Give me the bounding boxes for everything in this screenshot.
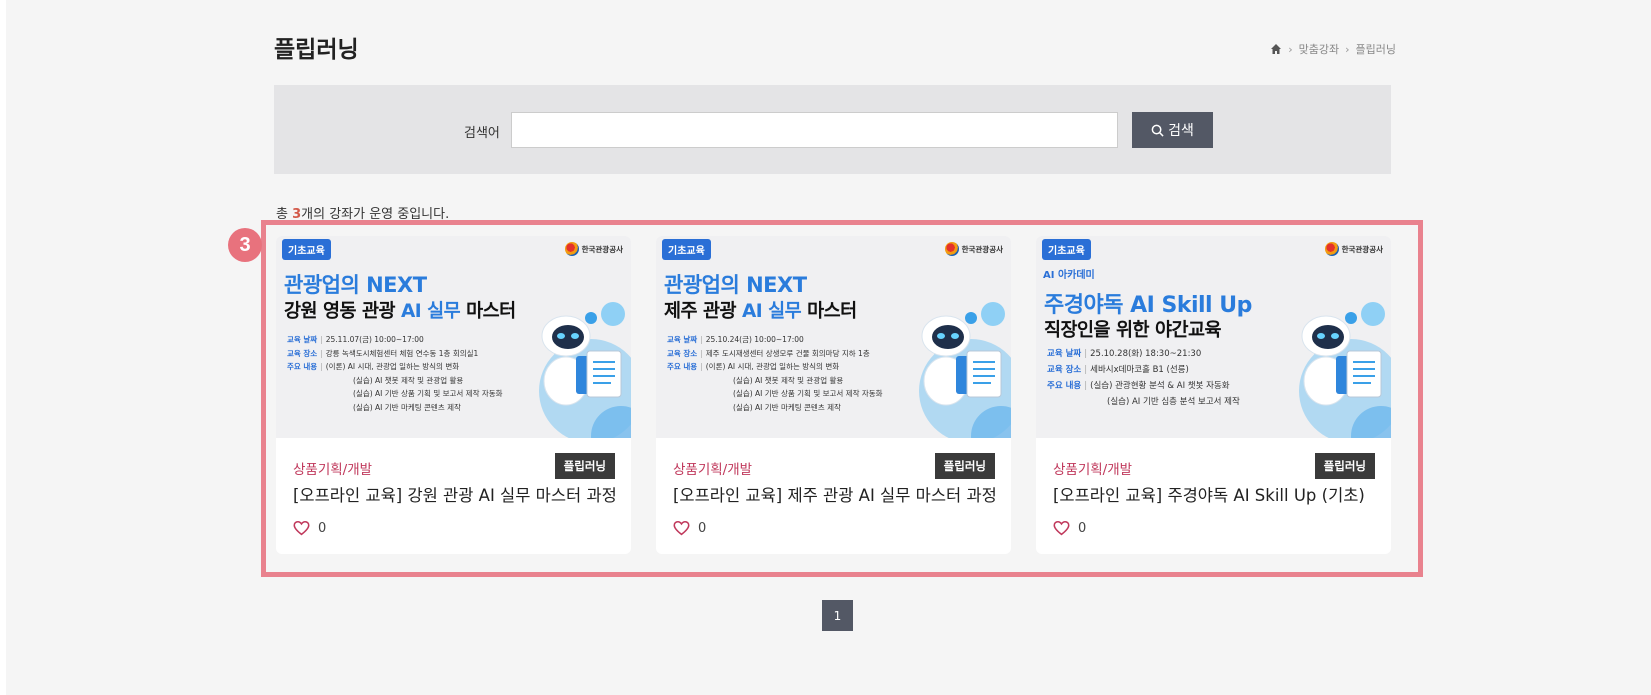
level-badge: 기초교육	[1042, 239, 1091, 260]
info-value: 25.10.28(화) 18:30~21:30	[1090, 349, 1202, 359]
banner-subtitle-post: 마스터	[460, 301, 516, 322]
like-count: 0	[318, 520, 327, 536]
page-container: 플립러닝 › 맞춤강좌 › 플립러닝 검색어 검색 총 3개의 강좌가 운영 중…	[6, 0, 1651, 695]
banner-title: 주경야독 AI Skill Up	[1044, 293, 1252, 318]
info-value: 제주 도시재생센터 상생모루 건물 회의마당 지하 1층	[705, 348, 870, 358]
like-row: 0	[293, 520, 326, 536]
info-key: 교육 장소	[667, 348, 698, 358]
org-logo-icon	[564, 242, 579, 256]
breadcrumb-separator: ›	[1288, 42, 1293, 56]
banner-subtitle-pre: 제주 관광	[664, 301, 742, 322]
banner-subtitle-highlight: AI 실무	[741, 301, 802, 322]
robot-illustration-icon	[919, 302, 1011, 438]
info-extra: (실습) AI 기반 심층 분석 보고서 제작	[1107, 397, 1240, 407]
info-value: (실습) 관광현황 분석 & AI 챗봇 자동화	[1090, 381, 1230, 391]
info-extra: (실습) AI 기반 상품 기획 및 보고서 제작 자동화	[733, 389, 883, 398]
info-extra: (실습) AI 챗봇 제작 및 관광업 활용	[353, 375, 464, 385]
info-key: 주요 내용	[667, 362, 698, 371]
banner-info: 교육 날짜 | 25.11.07(금) 10:00~17:00 교육 장소 | 강릉 녹…	[287, 333, 503, 414]
info-key: 교육 장소	[1047, 365, 1082, 375]
banner-subtitle-highlight: AI 실무	[400, 301, 461, 322]
banner-subtitle-post: 마스터	[801, 301, 857, 322]
like-row: 0	[1053, 520, 1086, 536]
banner-title: 관광업의 NEXT	[664, 273, 807, 297]
search-button[interactable]: 검색	[1132, 112, 1213, 148]
org-name: 한국관광공사	[961, 244, 1003, 254]
info-key: 교육 장소	[287, 348, 318, 358]
card-body: 상품기획/개발 플립러닝 [오프라인 교육] 강원 관광 AI 실무 마스터 과…	[276, 438, 631, 554]
breadcrumb-separator: ›	[1345, 42, 1350, 56]
heart-icon[interactable]	[673, 520, 690, 536]
course-banner-image[interactable]: 기초교육 한국관광공사 관광업의 NEXT 제주 관광 AI 실무 마스터 교육…	[656, 236, 1011, 438]
banner-subtitle: 제주 관광 AI 실무 마스터	[664, 297, 857, 323]
course-type-tag: 플립러닝	[934, 453, 995, 479]
info-value: (이론) AI 시대, 관광업 일하는 방식의 변화	[705, 362, 840, 371]
info-value: 25.10.24(금) 10:00~17:00	[705, 335, 804, 344]
info-value: 강릉 녹색도시체험센터 체험 연수동 1층 회의실1	[325, 348, 479, 358]
like-count: 0	[1078, 520, 1087, 536]
banner-info: 교육 날짜 | 25.10.28(화) 18:30~21:30 교육 장소 | 세바시x…	[1047, 346, 1240, 410]
home-icon[interactable]	[1270, 43, 1282, 55]
search-icon	[1151, 124, 1164, 137]
info-key: 교육 날짜	[287, 335, 318, 344]
info-extra: (실습) AI 챗봇 제작 및 관광업 활용	[733, 375, 844, 385]
course-card[interactable]: 기초교육 한국관광공사 관광업의 NEXT 강원 영동 관광 AI 실무 마스터…	[276, 236, 631, 554]
search-input[interactable]	[511, 112, 1118, 148]
info-value: (이론) AI 시대, 관광업 일하는 방식의 변화	[325, 362, 460, 371]
course-type-tag: 플립러닝	[554, 453, 615, 479]
banner-subtitle-pre: 강원 영동 관광	[284, 301, 401, 322]
page-title: 플립러닝	[274, 37, 359, 63]
banner-subtitle: 직장인을 위한 야간교육	[1044, 316, 1222, 342]
course-category: 상품기획/개발	[1053, 462, 1133, 478]
course-card[interactable]: 기초교육 한국관광공사 관광업의 NEXT 제주 관광 AI 실무 마스터 교육…	[656, 236, 1011, 554]
info-key: 교육 날짜	[1047, 349, 1082, 359]
info-value: 25.11.07(금) 10:00~17:00	[325, 335, 424, 344]
breadcrumb-item-custom-course[interactable]: 맞춤강좌	[1299, 41, 1339, 57]
course-card[interactable]: 기초교육 한국관광공사 AI 아카데미 주경야독 AI Skill Up 직장인…	[1036, 236, 1391, 554]
banner-subtitle: 강원 영동 관광 AI 실무 마스터	[284, 297, 516, 323]
info-key: 주요 내용	[287, 362, 318, 371]
like-row: 0	[673, 520, 706, 536]
breadcrumb: › 맞춤강좌 › 플립러닝	[1246, 41, 1396, 57]
info-extra: (실습) AI 기반 상품 기획 및 보고서 제작 자동화	[353, 389, 503, 398]
org-name: 한국관광공사	[581, 244, 623, 254]
org-logo-icon	[944, 242, 959, 256]
academy-label: AI 아카데미	[1043, 270, 1095, 281]
step-marker: 3	[228, 228, 262, 262]
course-banner-image[interactable]: 기초교육 한국관광공사 관광업의 NEXT 강원 영동 관광 AI 실무 마스터…	[276, 236, 631, 438]
pagination-page-1[interactable]: 1	[822, 600, 853, 631]
org-name: 한국관광공사	[1341, 244, 1383, 254]
robot-illustration-icon	[539, 302, 631, 438]
course-title-link[interactable]: [오프라인 교육] 주경야독 AI Skill Up (기초)	[1053, 482, 1378, 506]
course-title-link[interactable]: [오프라인 교육] 제주 관광 AI 실무 마스터 과정	[673, 482, 998, 506]
banner-subtitle-pre: 직장인을 위한 야간교육	[1044, 320, 1222, 341]
heart-icon[interactable]	[1053, 520, 1070, 536]
info-value: 세바시x데마코홀 B1 (선릉)	[1090, 365, 1189, 375]
info-extra: (실습) AI 기반 마케팅 콘텐츠 제작	[353, 402, 461, 412]
heart-icon[interactable]	[293, 520, 310, 536]
banner-title: 관광업의 NEXT	[284, 273, 427, 297]
course-category: 상품기획/개발	[673, 462, 753, 478]
course-banner-image[interactable]: 기초교육 한국관광공사 AI 아카데미 주경야독 AI Skill Up 직장인…	[1036, 236, 1391, 438]
card-body: 상품기획/개발 플립러닝 [오프라인 교육] 주경야독 AI Skill Up …	[1036, 438, 1391, 554]
info-extra: (실습) AI 기반 마케팅 콘텐츠 제작	[733, 402, 841, 412]
course-type-tag: 플립러닝	[1314, 453, 1375, 479]
breadcrumb-item-flip-learning[interactable]: 플립러닝	[1356, 41, 1396, 57]
search-button-label: 검색	[1168, 123, 1194, 139]
course-category: 상품기획/개발	[293, 462, 373, 478]
org-logo: 한국관광공사	[944, 242, 1003, 256]
course-title-link[interactable]: [오프라인 교육] 강원 관광 AI 실무 마스터 과정	[293, 482, 618, 506]
search-label: 검색어	[464, 126, 500, 141]
level-badge: 기초교육	[282, 239, 331, 260]
info-key: 교육 날짜	[667, 335, 698, 344]
level-badge: 기초교육	[662, 239, 711, 260]
info-key: 주요 내용	[1047, 381, 1082, 391]
org-logo: 한국관광공사	[564, 242, 623, 256]
org-logo: 한국관광공사	[1324, 242, 1383, 256]
banner-info: 교육 날짜 | 25.10.24(금) 10:00~17:00 교육 장소 | 제주 도…	[667, 333, 883, 414]
like-count: 0	[698, 520, 707, 536]
org-logo-icon	[1324, 242, 1339, 256]
robot-illustration-icon	[1299, 302, 1391, 438]
card-body: 상품기획/개발 플립러닝 [오프라인 교육] 제주 관광 AI 실무 마스터 과…	[656, 438, 1011, 554]
